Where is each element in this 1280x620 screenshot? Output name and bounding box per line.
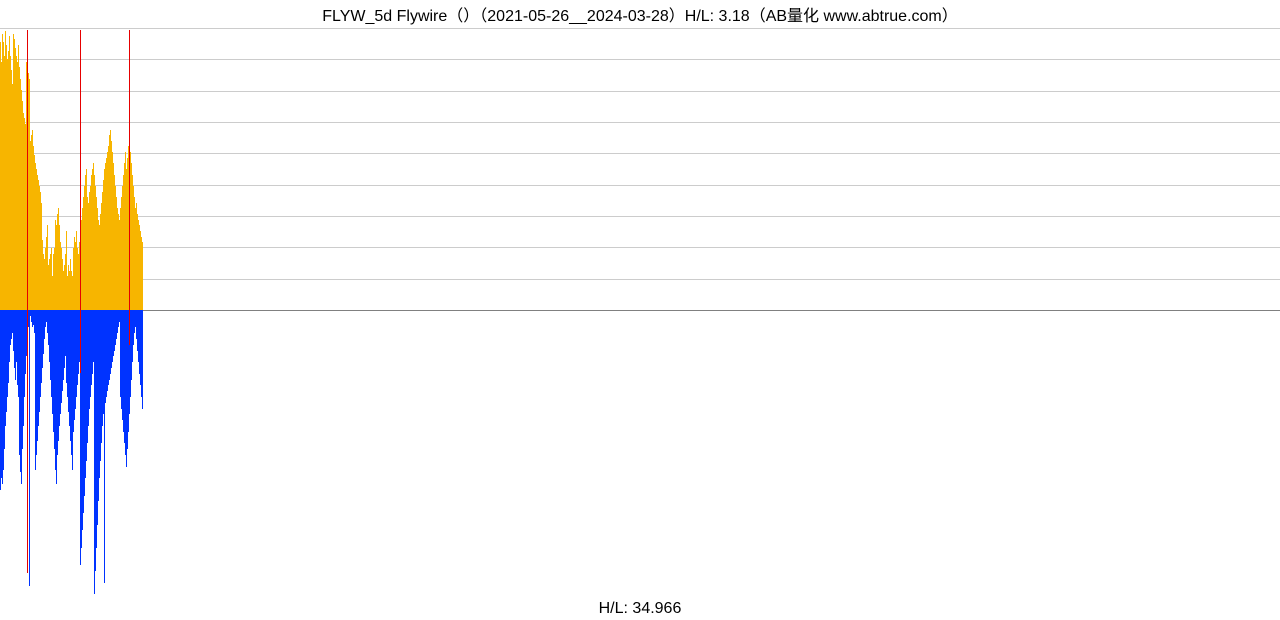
chart-container: FLYW_5d Flywire（）（2021-05-26__2024-03-28… bbox=[0, 0, 1280, 620]
mark-line bbox=[129, 30, 130, 345]
chart-title: FLYW_5d Flywire（）（2021-05-26__2024-03-28… bbox=[0, 2, 1280, 26]
mark-layer bbox=[0, 28, 1280, 600]
mark-line bbox=[27, 30, 28, 573]
chart-footer: H/L: 34.966 bbox=[0, 600, 1280, 618]
mark-line bbox=[80, 30, 81, 373]
plot-area bbox=[0, 28, 1280, 600]
